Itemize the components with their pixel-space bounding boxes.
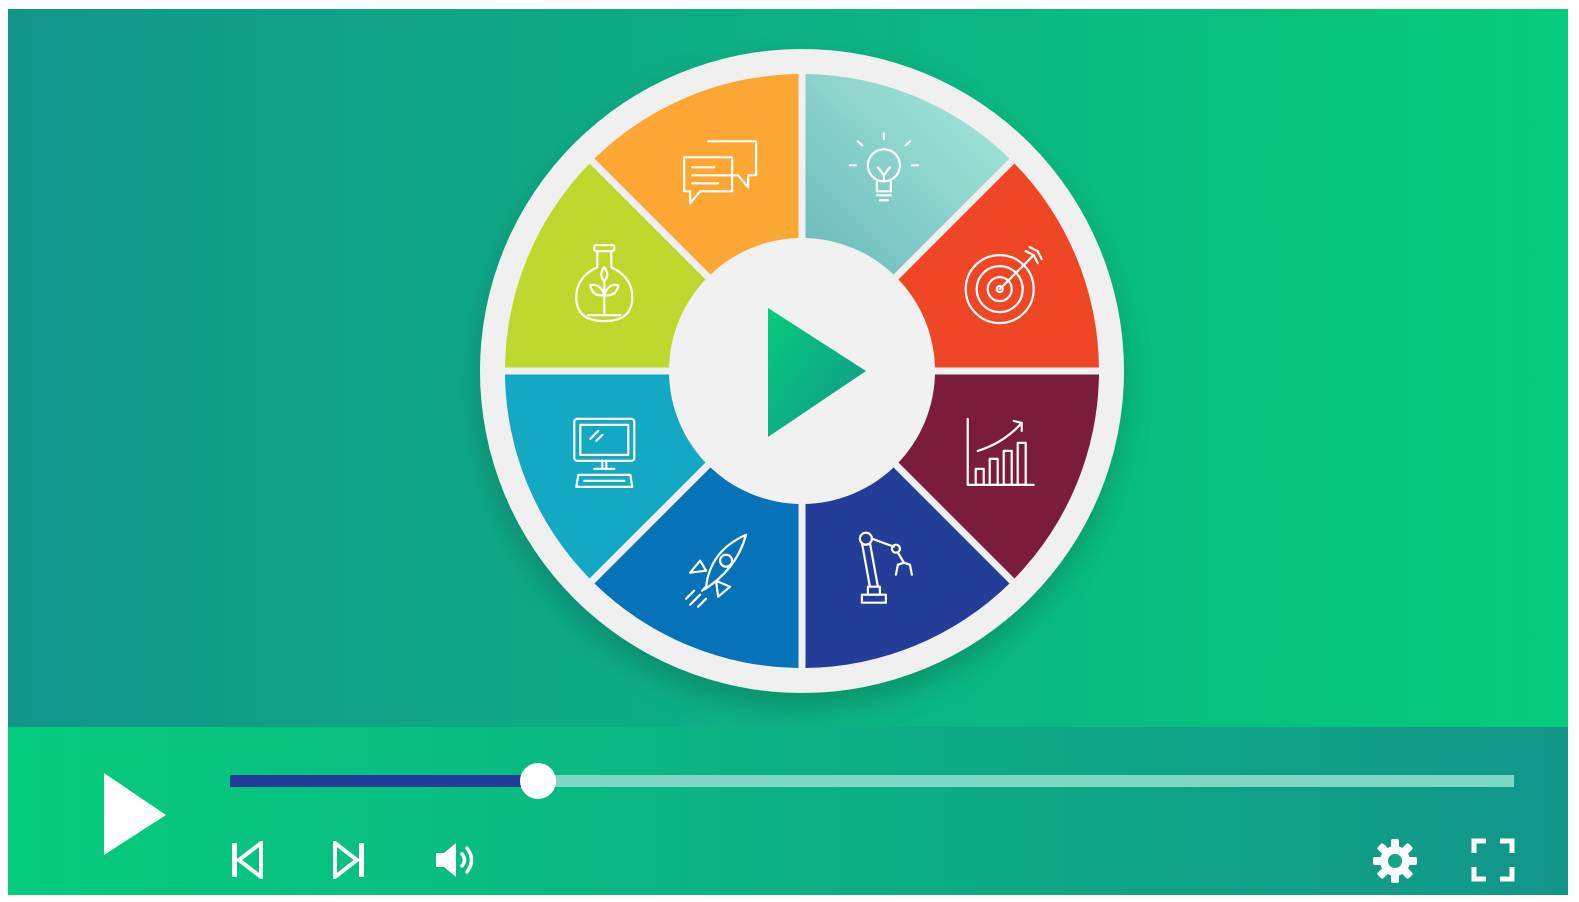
progress-bar[interactable]	[230, 775, 1514, 787]
previous-button[interactable]	[230, 841, 264, 879]
gear-icon	[1373, 839, 1417, 883]
play-button[interactable]	[94, 769, 174, 859]
play-icon	[104, 773, 166, 855]
settings-button[interactable]	[1371, 837, 1419, 885]
control-bar	[8, 727, 1568, 895]
volume-button[interactable]	[434, 840, 482, 880]
infographic-wheel	[480, 49, 1124, 693]
volume-icon	[436, 843, 474, 877]
skip-previous-icon	[232, 841, 263, 879]
progress-played	[230, 775, 539, 787]
skip-next-icon	[333, 841, 364, 879]
video-player	[8, 9, 1568, 895]
progress-thumb[interactable]	[520, 763, 557, 799]
video-area[interactable]	[8, 9, 1568, 729]
fullscreen-icon	[1471, 838, 1515, 882]
fullscreen-button[interactable]	[1471, 838, 1515, 882]
next-button[interactable]	[332, 841, 366, 879]
